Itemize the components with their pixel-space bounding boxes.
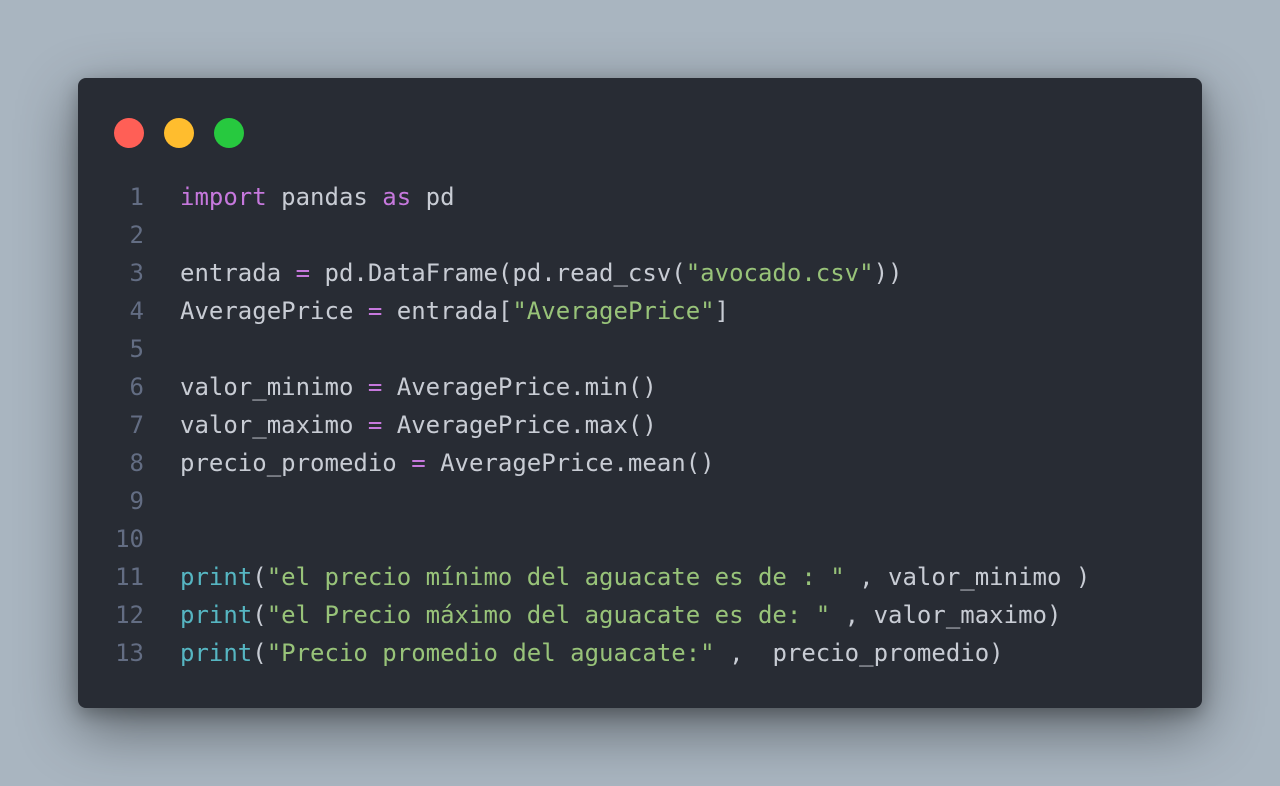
code-token: AveragePrice.max() (382, 411, 657, 439)
code-token: AveragePrice (180, 297, 368, 325)
code-text: entrada = pd.DataFrame(pd.read_csv("avoc… (144, 254, 902, 292)
code-token: "Precio promedio del aguacate:" (266, 639, 715, 667)
code-token: "avocado.csv" (685, 259, 874, 287)
code-token: ( (252, 601, 267, 629)
line-number: 10 (115, 525, 144, 553)
code-token: as (382, 183, 412, 211)
line-number: 13 (115, 639, 144, 667)
code-line: 3 entrada = pd.DataFrame(pd.read_csv("avo… (78, 254, 1202, 292)
line-number: 7 (129, 411, 144, 439)
code-line: 7 valor_maximo = AveragePrice.max() (78, 406, 1202, 444)
code-text: print("Precio promedio del aguacate:" , … (144, 634, 1004, 672)
code-text: print("el Precio máximo del aguacate es … (144, 596, 1061, 634)
window-controls (114, 118, 244, 148)
code-token: entrada[ (382, 297, 513, 325)
code-token: ] (714, 297, 730, 325)
code-token: AveragePrice.mean() (425, 449, 715, 477)
line-number: 12 (115, 601, 144, 629)
line-number: 1 (129, 183, 144, 211)
code-token: , valor_minimo ) (844, 563, 1091, 591)
code-token: valor_maximo (180, 411, 368, 439)
code-text: valor_minimo = AveragePrice.min() (144, 368, 657, 406)
code-text: AveragePrice = entrada["AveragePrice"] (144, 292, 729, 330)
code-token: = (367, 411, 383, 439)
code-token: ( (252, 639, 267, 667)
line-number: 11 (115, 563, 144, 591)
code-line: 13 print("Precio promedio del aguacate:" … (78, 634, 1202, 672)
code-token: entrada (180, 259, 296, 287)
code-token: pandas (266, 183, 383, 211)
code-block: 1 import pandas as pd 2 3 entrada = pd.DataF… (78, 178, 1202, 672)
code-line: 1 import pandas as pd (78, 178, 1202, 216)
code-token: precio_promedio (180, 449, 412, 477)
code-token: print (180, 601, 253, 629)
code-line: 5 (78, 330, 1202, 368)
code-token: = (367, 373, 383, 401)
code-line: 2 (78, 216, 1202, 254)
code-token: "AveragePrice" (512, 297, 715, 325)
code-text: valor_maximo = AveragePrice.max() (144, 406, 657, 444)
maximize-dot-icon[interactable] (214, 118, 244, 148)
close-dot-icon[interactable] (114, 118, 144, 148)
code-token: import (180, 183, 267, 211)
code-token: ( (252, 563, 267, 591)
code-line: 12 print("el Precio máximo del aguacate e… (78, 596, 1202, 634)
code-line: 8 precio_promedio = AveragePrice.mean() (78, 444, 1202, 482)
code-token: pd.DataFrame(pd.read_csv( (310, 259, 686, 287)
line-number: 4 (129, 297, 144, 325)
line-number: 8 (129, 449, 144, 477)
code-text: import pandas as pd (144, 178, 455, 216)
code-token: print (180, 563, 253, 591)
code-token: = (367, 297, 383, 325)
line-number: 6 (129, 373, 144, 401)
code-window: 1 import pandas as pd 2 3 entrada = pd.DataF… (78, 78, 1202, 708)
line-number: 3 (129, 259, 144, 287)
code-line: 6 valor_minimo = AveragePrice.min() (78, 368, 1202, 406)
code-token: )) (873, 259, 903, 287)
code-line: 4 AveragePrice = entrada["AveragePrice"] (78, 292, 1202, 330)
code-line: 11 print("el precio mínimo del aguacate e… (78, 558, 1202, 596)
code-token: "el Precio máximo del aguacate es de: " (266, 601, 831, 629)
code-token: , precio_promedio) (714, 639, 1004, 667)
minimize-dot-icon[interactable] (164, 118, 194, 148)
code-text: precio_promedio = AveragePrice.mean() (144, 444, 715, 482)
code-token: print (180, 639, 253, 667)
line-number: 5 (129, 335, 144, 363)
code-token: , valor_maximo) (830, 601, 1062, 629)
code-token: valor_minimo (180, 373, 368, 401)
code-token: AveragePrice.min() (382, 373, 657, 401)
line-number: 2 (129, 221, 144, 249)
line-number: 9 (129, 487, 144, 515)
code-token: = (295, 259, 311, 287)
code-line: 10 (78, 520, 1202, 558)
code-token: "el precio mínimo del aguacate es de : " (266, 563, 845, 591)
code-token: = (411, 449, 426, 477)
code-token: pd (411, 183, 455, 211)
code-text: print("el precio mínimo del aguacate es … (144, 558, 1090, 596)
code-line: 9 (78, 482, 1202, 520)
